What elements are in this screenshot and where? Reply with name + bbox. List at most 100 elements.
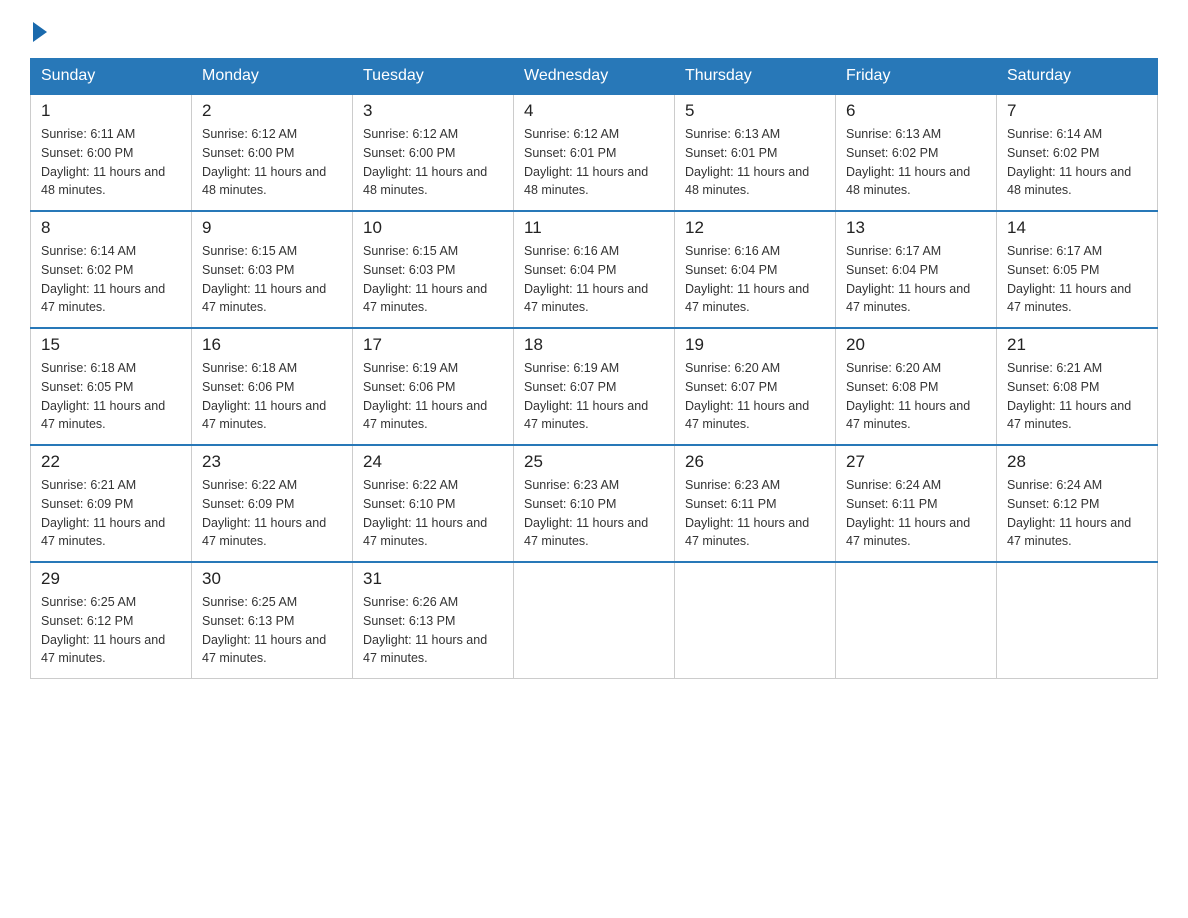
day-number: 12 (685, 218, 825, 238)
calendar-cell: 16 Sunrise: 6:18 AMSunset: 6:06 PMDayligh… (192, 328, 353, 445)
calendar-cell: 23Sunrise: 6:22 AMSunset: 6:09 PMDayligh… (192, 445, 353, 562)
day-number: 28 (1007, 452, 1147, 472)
day-number: 20 (846, 335, 986, 355)
day-number: 11 (524, 218, 664, 238)
calendar-cell: 9Sunrise: 6:15 AMSunset: 6:03 PMDaylight… (192, 211, 353, 328)
day-info: Sunrise: 6:21 AMSunset: 6:08 PMDaylight:… (1007, 359, 1147, 434)
calendar-cell (997, 562, 1158, 679)
day-number: 18 (524, 335, 664, 355)
calendar-cell: 3 Sunrise: 6:12 AMSunset: 6:00 PMDaylight… (353, 94, 514, 211)
calendar-table: SundayMondayTuesdayWednesdayThursdayFrid… (30, 58, 1158, 679)
calendar-week-row: 1 Sunrise: 6:11 AMSunset: 6:00 PMDaylight… (31, 94, 1158, 211)
calendar-cell: 13 Sunrise: 6:17 AMSunset: 6:04 PMDayligh… (836, 211, 997, 328)
day-info: Sunrise: 6:12 AMSunset: 6:00 PMDaylight:… (202, 125, 342, 200)
day-number: 19 (685, 335, 825, 355)
day-number: 16 (202, 335, 342, 355)
day-info: Sunrise: 6:16 AMSunset: 6:04 PMDaylight:… (524, 242, 664, 317)
calendar-header-row: SundayMondayTuesdayWednesdayThursdayFrid… (31, 59, 1158, 95)
calendar-weekday-header: Monday (192, 59, 353, 95)
calendar-weekday-header: Thursday (675, 59, 836, 95)
day-info: Sunrise: 6:18 AMSunset: 6:05 PMDaylight:… (41, 359, 181, 434)
calendar-week-row: 22 Sunrise: 6:21 AMSunset: 6:09 PMDayligh… (31, 445, 1158, 562)
calendar-weekday-header: Wednesday (514, 59, 675, 95)
day-info: Sunrise: 6:22 AMSunset: 6:10 PMDaylight:… (363, 476, 503, 551)
calendar-cell: 1 Sunrise: 6:11 AMSunset: 6:00 PMDaylight… (31, 94, 192, 211)
calendar-cell: 20 Sunrise: 6:20 AMSunset: 6:08 PMDayligh… (836, 328, 997, 445)
day-info: Sunrise: 6:18 AMSunset: 6:06 PMDaylight:… (202, 359, 342, 434)
day-number: 15 (41, 335, 181, 355)
day-number: 17 (363, 335, 503, 355)
day-info: Sunrise: 6:15 AMSunset: 6:03 PMDaylight:… (202, 242, 342, 317)
day-info: Sunrise: 6:24 AMSunset: 6:11 PMDaylight:… (846, 476, 986, 551)
day-info: Sunrise: 6:24 AMSunset: 6:12 PMDaylight:… (1007, 476, 1147, 551)
day-number: 25 (524, 452, 664, 472)
calendar-cell (675, 562, 836, 679)
calendar-cell: 28 Sunrise: 6:24 AMSunset: 6:12 PMDayligh… (997, 445, 1158, 562)
calendar-weekday-header: Tuesday (353, 59, 514, 95)
day-number: 3 (363, 101, 503, 121)
calendar-cell: 7Sunrise: 6:14 AMSunset: 6:02 PMDaylight… (997, 94, 1158, 211)
calendar-weekday-header: Friday (836, 59, 997, 95)
day-info: Sunrise: 6:23 AMSunset: 6:11 PMDaylight:… (685, 476, 825, 551)
calendar-cell: 25 Sunrise: 6:23 AMSunset: 6:10 PMDayligh… (514, 445, 675, 562)
day-number: 22 (41, 452, 181, 472)
day-number: 13 (846, 218, 986, 238)
day-info: Sunrise: 6:15 AMSunset: 6:03 PMDaylight:… (363, 242, 503, 317)
calendar-weekday-header: Sunday (31, 59, 192, 95)
day-info: Sunrise: 6:17 AMSunset: 6:05 PMDaylight:… (1007, 242, 1147, 317)
calendar-cell: 12Sunrise: 6:16 AMSunset: 6:04 PMDayligh… (675, 211, 836, 328)
day-info: Sunrise: 6:25 AMSunset: 6:13 PMDaylight:… (202, 593, 342, 668)
calendar-cell: 30 Sunrise: 6:25 AMSunset: 6:13 PMDayligh… (192, 562, 353, 679)
calendar-cell: 6 Sunrise: 6:13 AMSunset: 6:02 PMDaylight… (836, 94, 997, 211)
calendar-cell: 26 Sunrise: 6:23 AMSunset: 6:11 PMDayligh… (675, 445, 836, 562)
day-info: Sunrise: 6:11 AMSunset: 6:00 PMDaylight:… (41, 125, 181, 200)
calendar-cell (836, 562, 997, 679)
day-number: 27 (846, 452, 986, 472)
day-info: Sunrise: 6:14 AMSunset: 6:02 PMDaylight:… (41, 242, 181, 317)
calendar-cell: 17 Sunrise: 6:19 AMSunset: 6:06 PMDayligh… (353, 328, 514, 445)
day-number: 2 (202, 101, 342, 121)
calendar-body: 1 Sunrise: 6:11 AMSunset: 6:00 PMDaylight… (31, 94, 1158, 679)
calendar-cell: 19 Sunrise: 6:20 AMSunset: 6:07 PMDayligh… (675, 328, 836, 445)
day-info: Sunrise: 6:13 AMSunset: 6:01 PMDaylight:… (685, 125, 825, 200)
day-info: Sunrise: 6:25 AMSunset: 6:12 PMDaylight:… (41, 593, 181, 668)
day-number: 23 (202, 452, 342, 472)
day-info: Sunrise: 6:23 AMSunset: 6:10 PMDaylight:… (524, 476, 664, 551)
day-info: Sunrise: 6:17 AMSunset: 6:04 PMDaylight:… (846, 242, 986, 317)
day-info: Sunrise: 6:13 AMSunset: 6:02 PMDaylight:… (846, 125, 986, 200)
day-number: 31 (363, 569, 503, 589)
calendar-cell: 21Sunrise: 6:21 AMSunset: 6:08 PMDayligh… (997, 328, 1158, 445)
day-number: 26 (685, 452, 825, 472)
day-info: Sunrise: 6:20 AMSunset: 6:07 PMDaylight:… (685, 359, 825, 434)
day-info: Sunrise: 6:21 AMSunset: 6:09 PMDaylight:… (41, 476, 181, 551)
calendar-cell: 27 Sunrise: 6:24 AMSunset: 6:11 PMDayligh… (836, 445, 997, 562)
page-header (30, 20, 1158, 38)
calendar-cell: 2 Sunrise: 6:12 AMSunset: 6:00 PMDaylight… (192, 94, 353, 211)
day-info: Sunrise: 6:20 AMSunset: 6:08 PMDaylight:… (846, 359, 986, 434)
calendar-week-row: 15 Sunrise: 6:18 AMSunset: 6:05 PMDayligh… (31, 328, 1158, 445)
day-number: 29 (41, 569, 181, 589)
day-number: 8 (41, 218, 181, 238)
day-number: 10 (363, 218, 503, 238)
logo-arrow-icon (33, 22, 47, 42)
day-number: 6 (846, 101, 986, 121)
day-number: 1 (41, 101, 181, 121)
calendar-cell: 24Sunrise: 6:22 AMSunset: 6:10 PMDayligh… (353, 445, 514, 562)
calendar-cell: 31 Sunrise: 6:26 AMSunset: 6:13 PMDayligh… (353, 562, 514, 679)
calendar-cell: 4Sunrise: 6:12 AMSunset: 6:01 PMDaylight… (514, 94, 675, 211)
calendar-cell: 22 Sunrise: 6:21 AMSunset: 6:09 PMDayligh… (31, 445, 192, 562)
calendar-cell: 5Sunrise: 6:13 AMSunset: 6:01 PMDaylight… (675, 94, 836, 211)
day-info: Sunrise: 6:26 AMSunset: 6:13 PMDaylight:… (363, 593, 503, 668)
calendar-cell: 29 Sunrise: 6:25 AMSunset: 6:12 PMDayligh… (31, 562, 192, 679)
day-info: Sunrise: 6:19 AMSunset: 6:06 PMDaylight:… (363, 359, 503, 434)
calendar-week-row: 8 Sunrise: 6:14 AMSunset: 6:02 PMDaylight… (31, 211, 1158, 328)
calendar-cell: 14 Sunrise: 6:17 AMSunset: 6:05 PMDayligh… (997, 211, 1158, 328)
calendar-cell: 11 Sunrise: 6:16 AMSunset: 6:04 PMDayligh… (514, 211, 675, 328)
day-number: 30 (202, 569, 342, 589)
day-number: 14 (1007, 218, 1147, 238)
calendar-cell (514, 562, 675, 679)
day-info: Sunrise: 6:19 AMSunset: 6:07 PMDaylight:… (524, 359, 664, 434)
day-info: Sunrise: 6:14 AMSunset: 6:02 PMDaylight:… (1007, 125, 1147, 200)
calendar-weekday-header: Saturday (997, 59, 1158, 95)
day-info: Sunrise: 6:12 AMSunset: 6:00 PMDaylight:… (363, 125, 503, 200)
